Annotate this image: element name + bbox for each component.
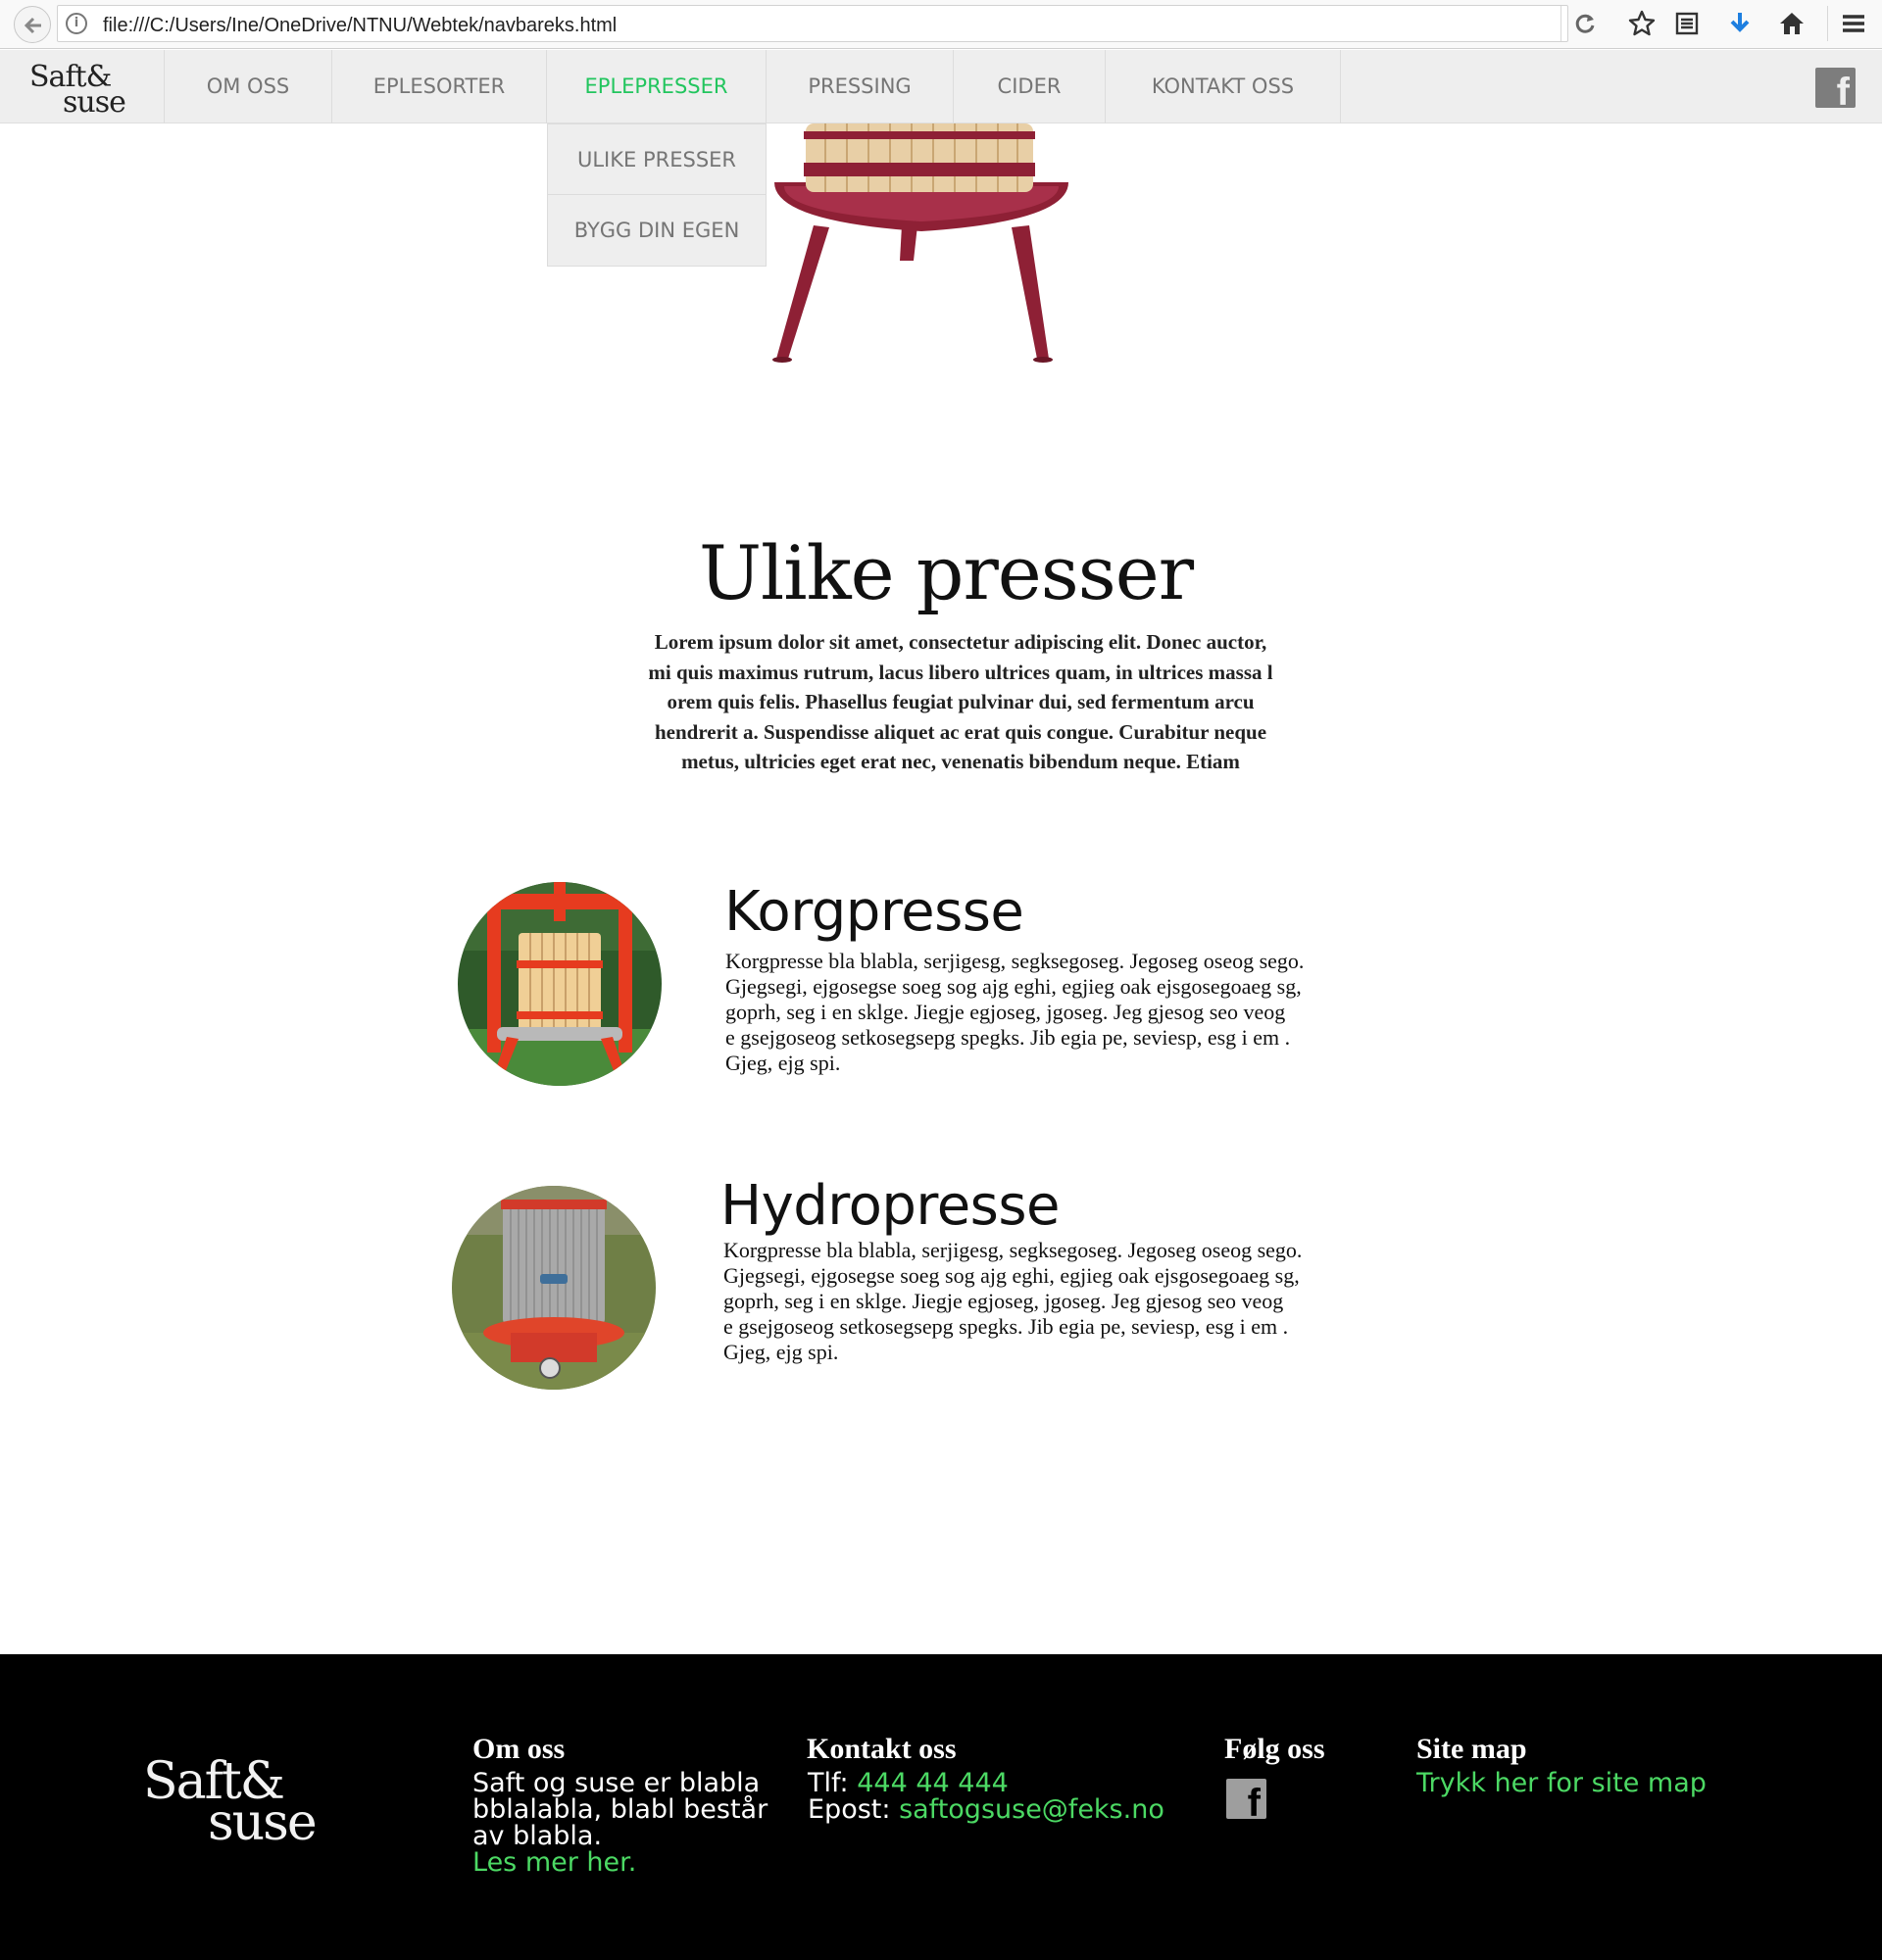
- footer-site-map-link[interactable]: Trykk her for site map: [1416, 1770, 1707, 1796]
- intro-line: mi quis maximus rutrum, lacus libero ult…: [648, 660, 1273, 684]
- site-navbar: Saft& suse OM OSS EPLESORTER EPLEPRESSER…: [0, 50, 1882, 123]
- press-line: goprh, seg i en sklge. Jiegje egjoseg, j…: [725, 1000, 1286, 1024]
- footer-heading-om-oss: Om oss: [472, 1733, 566, 1765]
- nav-item-eplesorter[interactable]: EPLESORTER: [332, 50, 547, 123]
- press-line: Korgpresse bla blabla, serjigesg, segkse…: [723, 1238, 1303, 1262]
- reload-icon[interactable]: [1572, 11, 1598, 36]
- intro-line: hendrerit a. Suspendisse aliquet ac erat…: [654, 719, 1267, 744]
- footer-about-text: Saft og suse er blabla bblalabla, blabl …: [472, 1770, 776, 1876]
- nav-item-eplepresser[interactable]: EPLEPRESSER: [547, 50, 767, 123]
- press-line: Korgpresse bla blabla, serjigesg, segkse…: [725, 949, 1305, 973]
- nav-item-om-oss[interactable]: OM OSS: [165, 50, 332, 123]
- eplepresser-dropdown: ULIKE PRESSER BYGG DIN EGEN: [547, 123, 767, 267]
- toolbar-divider: [1827, 6, 1828, 41]
- nav-item-kontakt-oss[interactable]: KONTAKT OSS: [1106, 50, 1341, 123]
- back-button[interactable]: [14, 6, 51, 43]
- url-divider: [1560, 6, 1561, 41]
- facebook-glyph: f: [1247, 1782, 1261, 1819]
- hydropresse-image: [452, 1186, 656, 1390]
- reading-list-icon[interactable]: [1672, 9, 1702, 38]
- footer-email-row: Epost: saftogsuse@feks.no: [808, 1796, 1164, 1823]
- dropdown-item-bygg-din-egen[interactable]: BYGG DIN EGEN: [548, 195, 766, 266]
- korgpresse-image: [458, 882, 662, 1086]
- intro-line: Lorem ipsum dolor sit amet, consectetur …: [654, 630, 1267, 654]
- dropdown-item-ulike-presser[interactable]: ULIKE PRESSER: [548, 124, 766, 195]
- footer-heading-folg-oss: Følg oss: [1224, 1733, 1325, 1765]
- footer-les-mer-link[interactable]: Les mer her.: [472, 1849, 776, 1876]
- info-icon[interactable]: i: [66, 13, 87, 34]
- site-footer: Saft& suse Om oss Saft og suse er blabla…: [0, 1654, 1882, 1960]
- footer-about-line: bblalabla, blabl består: [472, 1794, 768, 1825]
- nav-item-cider[interactable]: CIDER: [954, 50, 1106, 123]
- logo-text-suse: suse: [63, 85, 126, 120]
- footer-heading-kontakt-oss: Kontakt oss: [807, 1733, 957, 1765]
- footer-logo-suse: suse: [208, 1793, 318, 1852]
- intro-paragraph: Lorem ipsum dolor sit amet, consectetur …: [588, 627, 1333, 777]
- email-label: Epost:: [808, 1794, 900, 1825]
- press-line: Gjegsegi, ejgosegse soeg sog ajg eghi, e…: [723, 1263, 1300, 1288]
- footer-contact-text: Tlf: 444 44 444 Epost: saftogsuse@feks.n…: [808, 1770, 1164, 1823]
- download-icon[interactable]: [1725, 9, 1755, 38]
- press-title-hydropresse: Hydropresse: [720, 1174, 1060, 1238]
- email-link[interactable]: saftogsuse@feks.no: [899, 1794, 1164, 1825]
- press-title-korgpresse: Korgpresse: [724, 880, 1024, 944]
- bookmark-star-icon[interactable]: [1627, 9, 1657, 38]
- facebook-glyph: f: [1836, 71, 1850, 114]
- nav-item-pressing[interactable]: PRESSING: [767, 50, 954, 123]
- url-bar[interactable]: i file:///C:/Users/Ine/OneDrive/NTNU/Web…: [57, 5, 1568, 42]
- press-line: Gjeg, ejg spi.: [723, 1340, 839, 1364]
- footer-about-line: Saft og suse er blabla: [472, 1768, 761, 1798]
- intro-line: orem quis felis. Phasellus feugiat pulvi…: [667, 690, 1255, 713]
- facebook-icon[interactable]: f: [1226, 1779, 1266, 1819]
- url-text[interactable]: file:///C:/Users/Ine/OneDrive/NTNU/Webte…: [103, 15, 617, 37]
- home-icon[interactable]: [1777, 9, 1807, 38]
- press-line: e gsejgoseog setkosegsepg spegks. Jib eg…: [725, 1025, 1291, 1050]
- back-arrow-icon: [24, 17, 41, 34]
- press-line: Gjegsegi, ejgosegse soeg sog ajg eghi, e…: [725, 974, 1302, 999]
- site-logo[interactable]: Saft& suse: [0, 50, 165, 123]
- page-title: Ulike presser: [698, 529, 1194, 616]
- intro-line: metus, ultricies eget erat nec, venenati…: [681, 750, 1240, 773]
- menu-icon[interactable]: [1839, 9, 1868, 38]
- hero-press-image: [772, 123, 1068, 363]
- press-line: goprh, seg i en sklge. Jiegje egjoseg, j…: [723, 1289, 1284, 1313]
- press-line: e gsejgoseog setkosegsepg spegks. Jib eg…: [723, 1314, 1289, 1339]
- footer-heading-site-map: Site map: [1416, 1733, 1527, 1765]
- press-line: Gjeg, ejg spi.: [725, 1051, 841, 1075]
- press-text-hydropresse: Korgpresse bla blabla, serjigesg, segkse…: [723, 1238, 1390, 1365]
- footer-phone-row: Tlf: 444 44 444: [808, 1770, 1164, 1796]
- press-text-korgpresse: Korgpresse bla blabla, serjigesg, segkse…: [725, 949, 1392, 1076]
- facebook-icon[interactable]: f: [1815, 68, 1856, 112]
- footer-about-line: av blabla.: [472, 1821, 603, 1851]
- browser-toolbar: i file:///C:/Users/Ine/OneDrive/NTNU/Web…: [0, 0, 1882, 49]
